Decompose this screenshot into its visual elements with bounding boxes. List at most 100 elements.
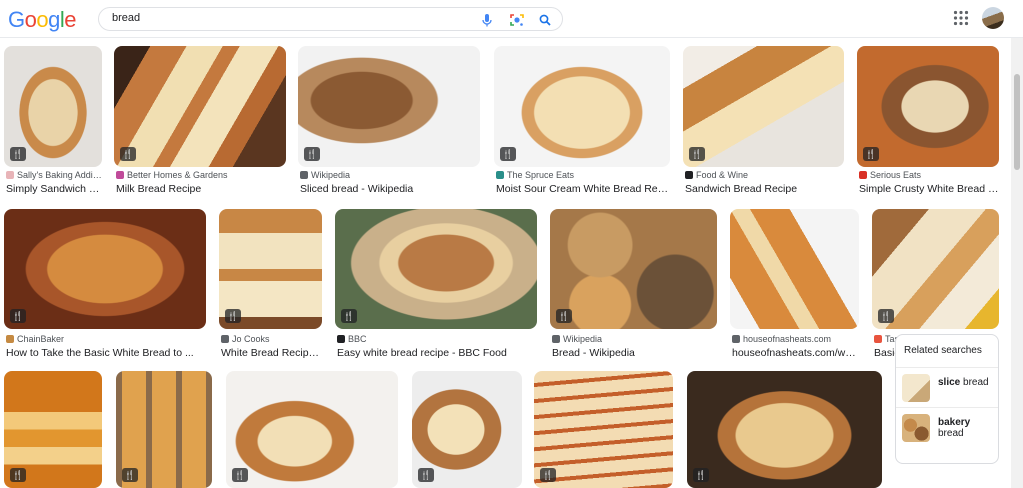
- result-title[interactable]: Sandwich Bread Recipe: [685, 183, 844, 195]
- result-source[interactable]: BBC: [337, 334, 537, 344]
- result-card[interactable]: 🍴 ChainBaker How to Take the Basic White…: [4, 209, 206, 359]
- result-title[interactable]: White Bread Recipe -...: [221, 347, 322, 359]
- result-card[interactable]: 🍴: [687, 371, 882, 488]
- result-image[interactable]: 🍴: [683, 46, 844, 167]
- result-title[interactable]: houseofnasheats.com/wp-...: [732, 347, 859, 359]
- result-title[interactable]: How to Take the Basic White Bread to ...: [6, 347, 206, 359]
- avatar[interactable]: [982, 7, 1004, 29]
- result-image[interactable]: 🍴: [226, 371, 398, 488]
- lens-icon[interactable]: [508, 11, 526, 29]
- related-bold: slice: [938, 377, 961, 388]
- result-source[interactable]: Sally's Baking Addic...: [6, 170, 102, 180]
- source-icon: [337, 335, 345, 343]
- related-search-label[interactable]: bakery bread: [938, 417, 970, 439]
- result-image[interactable]: 🍴: [114, 46, 286, 167]
- search-input[interactable]: bread: [112, 12, 140, 24]
- result-card[interactable]: 🍴 Sally's Baking Addic... Simply Sandwic…: [4, 46, 102, 196]
- result-title[interactable]: Sliced bread - Wikipedia: [300, 183, 480, 195]
- result-card[interactable]: 🍴: [534, 371, 673, 488]
- top-bar: Google bread: [0, 0, 1023, 38]
- result-card[interactable]: 🍴: [226, 371, 398, 488]
- result-image[interactable]: 🍴: [298, 46, 480, 167]
- recipe-icon: 🍴: [500, 147, 516, 161]
- result-card[interactable]: 🍴: [4, 371, 102, 488]
- result-card[interactable]: 🍴 Food & Wine Sandwich Bread Recipe: [683, 46, 844, 196]
- result-image[interactable]: 🍴: [4, 209, 206, 329]
- result-source-text: Food & Wine: [696, 170, 749, 180]
- logo-letter: g: [48, 7, 60, 32]
- result-title[interactable]: Moist Sour Cream White Bread Recipe: [496, 183, 670, 195]
- source-icon: [6, 171, 14, 179]
- result-source[interactable]: ChainBaker: [6, 334, 206, 344]
- search-box[interactable]: bread: [98, 7, 563, 31]
- result-source[interactable]: Wikipedia: [300, 170, 480, 180]
- recipe-icon: 🍴: [418, 468, 434, 482]
- result-image[interactable]: 🍴: [687, 371, 882, 488]
- result-source-text: Serious Eats: [870, 170, 922, 180]
- related-searches-title: Related searches: [904, 345, 982, 356]
- result-title[interactable]: Simple Crusty White Bread Re...: [859, 183, 999, 195]
- scrollbar-thumb[interactable]: [1014, 74, 1020, 170]
- result-image[interactable]: 🍴: [872, 209, 999, 329]
- result-card[interactable]: 🍴 The Spruce Eats Moist Sour Cream White…: [494, 46, 670, 196]
- result-image[interactable]: 🍴: [219, 209, 322, 329]
- result-card[interactable]: 🍴 Wikipedia Sliced bread - Wikipedia: [298, 46, 480, 196]
- result-title[interactable]: Simply Sandwich Br...: [6, 183, 102, 195]
- result-title[interactable]: Milk Bread Recipe: [116, 183, 286, 195]
- result-source[interactable]: The Spruce Eats: [496, 170, 670, 180]
- recipe-icon: 🍴: [10, 468, 26, 482]
- source-icon: [685, 171, 693, 179]
- result-source[interactable]: houseofnasheats.com: [732, 334, 859, 344]
- recipe-icon: 🍴: [10, 309, 26, 323]
- result-card[interactable]: 🍴 BBC Easy white bread recipe - BBC Food: [335, 209, 537, 359]
- related-bold: bakery: [938, 417, 971, 428]
- recipe-icon: 🍴: [689, 147, 705, 161]
- recipe-icon: 🍴: [863, 147, 879, 161]
- search-icon[interactable]: [536, 11, 554, 29]
- result-image[interactable]: 🍴: [4, 46, 102, 167]
- source-icon: [859, 171, 867, 179]
- scrollbar[interactable]: [1011, 38, 1023, 488]
- result-source[interactable]: Wikipedia: [552, 334, 717, 344]
- recipe-icon: 🍴: [540, 468, 556, 482]
- result-image[interactable]: 🍴: [857, 46, 999, 167]
- result-title[interactable]: Easy white bread recipe - BBC Food: [337, 347, 537, 359]
- source-icon: [732, 335, 740, 343]
- result-card[interactable]: 🍴 Wikipedia Bread - Wikipedia: [550, 209, 717, 359]
- result-source-text: houseofnasheats.com: [743, 334, 832, 344]
- apps-icon[interactable]: [953, 10, 969, 26]
- result-card[interactable]: 🍴 Jo Cooks White Bread Recipe -...: [219, 209, 322, 359]
- related-search-item[interactable]: slice bread: [896, 367, 998, 407]
- result-image[interactable]: 🍴: [116, 371, 212, 488]
- result-source[interactable]: Better Homes & Gardens: [116, 170, 286, 180]
- source-icon: [874, 335, 882, 343]
- result-source[interactable]: Serious Eats: [859, 170, 999, 180]
- result-image[interactable]: [730, 209, 859, 329]
- related-search-item[interactable]: bakery bread: [896, 407, 998, 447]
- recipe-icon: 🍴: [341, 309, 357, 323]
- related-rest: bread: [938, 428, 964, 439]
- source-icon: [496, 171, 504, 179]
- recipe-icon: 🍴: [122, 468, 138, 482]
- recipe-icon: 🍴: [120, 147, 136, 161]
- result-card[interactable]: houseofnasheats.com houseofnasheats.com/…: [730, 209, 859, 359]
- result-title[interactable]: Bread - Wikipedia: [552, 347, 717, 359]
- result-card[interactable]: 🍴 Serious Eats Simple Crusty White Bread…: [857, 46, 999, 196]
- logo-letter: o: [24, 7, 37, 32]
- related-search-label[interactable]: slice bread: [938, 377, 989, 388]
- result-card[interactable]: 🍴 Better Homes & Gardens Milk Bread Reci…: [114, 46, 286, 196]
- mic-icon[interactable]: [478, 11, 496, 29]
- result-source[interactable]: Food & Wine: [685, 170, 844, 180]
- result-image[interactable]: 🍴: [412, 371, 522, 488]
- result-image[interactable]: 🍴: [494, 46, 670, 167]
- recipe-icon: 🍴: [225, 309, 241, 323]
- result-image[interactable]: 🍴: [335, 209, 537, 329]
- result-image[interactable]: 🍴: [534, 371, 673, 488]
- result-image[interactable]: 🍴: [550, 209, 717, 329]
- related-thumb: [902, 374, 930, 402]
- result-card[interactable]: 🍴: [116, 371, 212, 488]
- result-card[interactable]: 🍴: [412, 371, 522, 488]
- result-source[interactable]: Jo Cooks: [221, 334, 322, 344]
- result-image[interactable]: 🍴: [4, 371, 102, 488]
- google-logo[interactable]: Google: [8, 7, 77, 33]
